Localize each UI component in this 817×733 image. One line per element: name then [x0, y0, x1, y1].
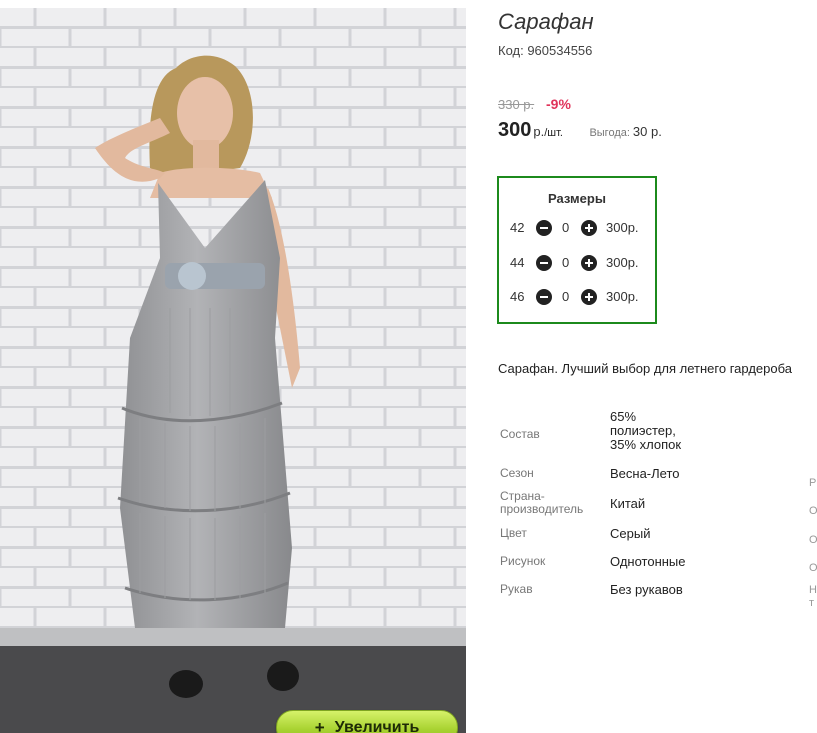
price-currency: р. [533, 124, 545, 139]
benefit-value: 30 р. [632, 124, 662, 139]
price-value: 300 [498, 119, 532, 141]
cut-off-text: О [809, 505, 817, 517]
decrease-quantity-button[interactable] [536, 255, 552, 271]
price-unit: /шт. [544, 127, 563, 139]
benefit-label: Выгода: [589, 127, 630, 139]
attribute-label: Состав [500, 427, 540, 441]
product-photo[interactable]: + Увеличить [0, 8, 466, 733]
sizes-box: Размеры 42 0 300р. 44 0 300р. 46 0 300р. [497, 176, 657, 324]
attribute-value: Весна-Лето [610, 466, 680, 481]
size-row: 44 0 300р. [499, 253, 655, 273]
attribute-label: Страна-производитель [500, 489, 584, 516]
discount-badge: -9% [546, 96, 571, 112]
cut-off-text: т [809, 597, 815, 609]
attribute-value: 65% полиэстер, 35% хлопок [610, 409, 682, 452]
cut-off-text: О [809, 534, 817, 546]
increase-quantity-button[interactable] [581, 255, 597, 271]
size-row: 42 0 300р. [499, 218, 655, 238]
attribute-value: Однотонные [610, 554, 686, 569]
increase-quantity-button[interactable] [581, 289, 597, 305]
attribute-label: Цвет [500, 526, 527, 540]
cut-off-text: О [809, 562, 817, 574]
size-quantity[interactable]: 0 [562, 220, 569, 235]
size-row: 46 0 300р. [499, 287, 655, 307]
product-title: Сарафан [498, 9, 594, 34]
old-price: 330 р. [498, 97, 535, 112]
zoom-button[interactable]: + Увеличить [276, 710, 458, 733]
increase-quantity-button[interactable] [581, 220, 597, 236]
product-image [0, 8, 466, 733]
sizes-title: Размеры [548, 191, 606, 206]
size-label: 46 [510, 289, 525, 304]
zoom-button-label: Увеличить [334, 718, 420, 733]
decrease-quantity-button[interactable] [536, 220, 552, 236]
attribute-value: Без рукавов [610, 582, 683, 597]
price-row: 300 р./шт. Выгода: 30 р. [498, 119, 662, 142]
size-price: 300р. [606, 289, 639, 304]
attribute-value: Серый [610, 526, 651, 541]
size-quantity[interactable]: 0 [562, 255, 569, 270]
attribute-value: Китай [610, 496, 646, 511]
attribute-label: Рисунок [500, 554, 546, 568]
attribute-label: Рукав [500, 582, 533, 596]
size-price: 300р. [606, 255, 639, 270]
size-quantity[interactable]: 0 [562, 289, 569, 304]
size-price: 300р. [606, 220, 639, 235]
plus-icon: + [314, 717, 325, 733]
size-label: 42 [510, 220, 525, 235]
decrease-quantity-button[interactable] [536, 289, 552, 305]
size-label: 44 [510, 255, 525, 270]
cut-off-text: Р [809, 477, 817, 489]
product-code: Код: 960534556 [498, 43, 593, 58]
attribute-label: Сезон [500, 466, 534, 480]
product-description: Сарафан. Лучший выбор для летнего гардер… [498, 361, 792, 376]
cut-off-text: Н [809, 584, 817, 596]
